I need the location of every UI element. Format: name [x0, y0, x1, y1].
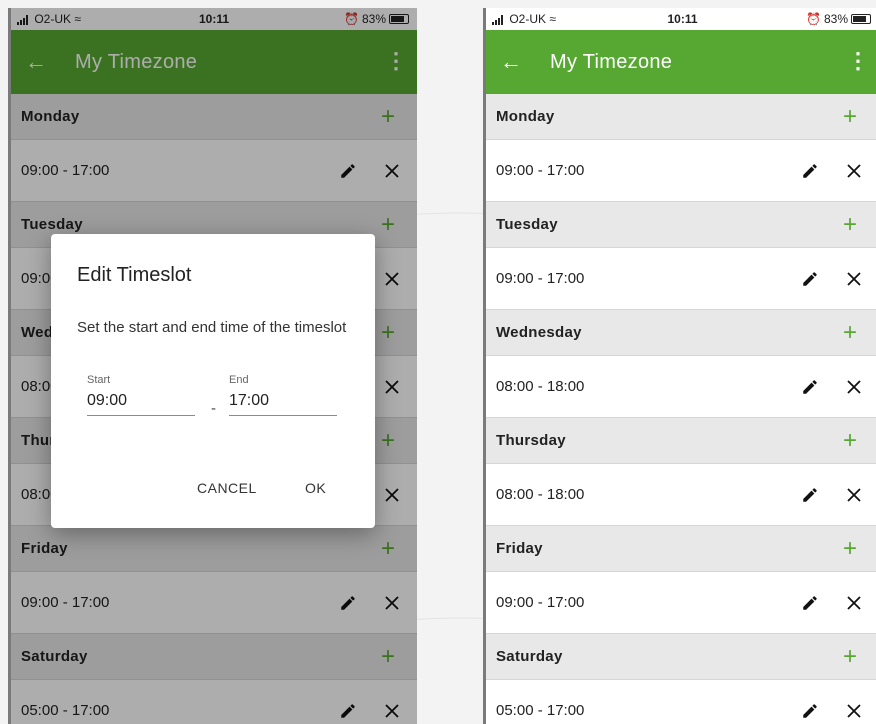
time-separator: - — [211, 400, 216, 417]
end-time-input[interactable]: 17:00 — [229, 389, 337, 416]
timeslot-time: 09:00 - 17:00 — [496, 270, 585, 287]
page-title: My Timezone — [550, 50, 673, 73]
start-time-input[interactable]: 09:00 — [87, 389, 195, 416]
close-icon[interactable] — [843, 160, 865, 182]
close-icon[interactable] — [843, 268, 865, 290]
day-header-saturday: Saturday + — [486, 634, 876, 680]
timeslot-time: 09:00 - 17:00 — [496, 594, 585, 611]
close-icon[interactable] — [843, 592, 865, 614]
day-header-friday: Friday + — [486, 526, 876, 572]
timeslot-row: 05:00 - 17:00 — [486, 680, 876, 724]
day-list: Monday + 09:00 - 17:00 Tuesday + 09:00 -… — [486, 94, 876, 724]
timeslot-row: 09:00 - 17:00 — [486, 140, 876, 202]
day-name: Thursday — [496, 432, 566, 449]
timeslot-time: 09:00 - 17:00 — [496, 162, 585, 179]
timeslot-time: 05:00 - 17:00 — [496, 702, 585, 719]
day-header-monday: Monday + — [486, 94, 876, 140]
add-timeslot-icon[interactable]: + — [843, 644, 857, 669]
dialog-title: Edit Timeslot — [77, 264, 192, 286]
battery-percent: 83% — [823, 12, 848, 26]
day-name: Wednesday — [496, 324, 582, 341]
pencil-icon[interactable] — [799, 700, 821, 722]
end-time-field[interactable]: End 17:00 — [229, 374, 337, 416]
battery-icon — [851, 14, 871, 24]
status-bar: O2-UK ≈ 10:11 ⏰ 83% — [486, 8, 876, 30]
battery: ⏰ 83% — [806, 12, 871, 26]
start-label: Start — [87, 374, 111, 386]
phone-screen-left: O2-UK ≈ 10:11 ⏰ 83% ← My Timezone ⋮ Mond… — [8, 8, 417, 724]
add-timeslot-icon[interactable]: + — [843, 428, 857, 453]
background-decoration — [405, 212, 495, 621]
timeslot-time: 08:00 - 18:00 — [496, 378, 585, 395]
day-name: Saturday — [496, 648, 563, 665]
end-label: End — [229, 374, 249, 386]
add-timeslot-icon[interactable]: + — [843, 536, 857, 561]
timeslot-row: 09:00 - 17:00 — [486, 572, 876, 634]
add-timeslot-icon[interactable]: + — [843, 212, 857, 237]
close-icon[interactable] — [843, 376, 865, 398]
app-bar: ← My Timezone ⋮ — [486, 30, 876, 94]
back-arrow-icon[interactable]: ← — [500, 49, 528, 75]
alarm-icon: ⏰ — [806, 12, 821, 26]
close-icon[interactable] — [843, 700, 865, 722]
timeslot-row: 09:00 - 17:00 — [486, 248, 876, 310]
cancel-button[interactable]: CANCEL — [197, 480, 257, 496]
start-time-field[interactable]: Start 09:00 — [87, 374, 195, 416]
phone-screen-right: O2-UK ≈ 10:11 ⏰ 83% ← My Timezone ⋮ Mond… — [483, 8, 876, 724]
timeslot-row: 08:00 - 18:00 — [486, 464, 876, 526]
day-name: Monday — [496, 108, 555, 125]
dialog-message: Set the start and end time of the timesl… — [77, 319, 347, 336]
pencil-icon[interactable] — [799, 484, 821, 506]
add-timeslot-icon[interactable]: + — [843, 320, 857, 345]
pencil-icon[interactable] — [799, 268, 821, 290]
timeslot-row: 08:00 - 18:00 — [486, 356, 876, 418]
pencil-icon[interactable] — [799, 592, 821, 614]
day-header-tuesday: Tuesday + — [486, 202, 876, 248]
add-timeslot-icon[interactable]: + — [843, 104, 857, 129]
timeslot-time: 08:00 - 18:00 — [496, 486, 585, 503]
day-name: Tuesday — [496, 216, 558, 233]
edit-timeslot-dialog: Edit Timeslot Set the start and end time… — [51, 234, 375, 528]
ok-button[interactable]: OK — [305, 480, 326, 496]
day-header-wednesday: Wednesday + — [486, 310, 876, 356]
pencil-icon[interactable] — [799, 160, 821, 182]
day-name: Friday — [496, 540, 543, 557]
pencil-icon[interactable] — [799, 376, 821, 398]
more-vertical-icon[interactable]: ⋮ — [847, 48, 869, 74]
close-icon[interactable] — [843, 484, 865, 506]
day-header-thursday: Thursday + — [486, 418, 876, 464]
